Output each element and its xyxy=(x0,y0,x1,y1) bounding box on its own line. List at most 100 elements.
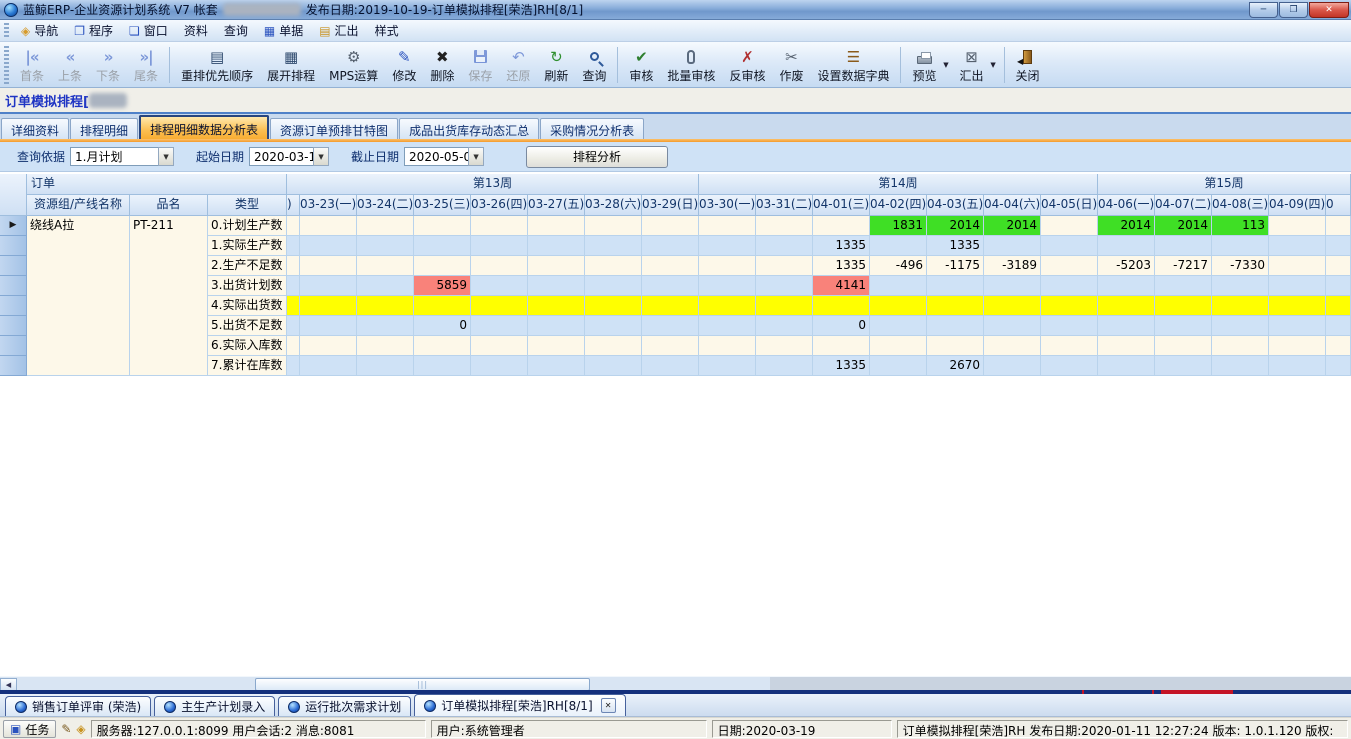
grid-cell[interactable] xyxy=(1041,236,1098,256)
reorder-priority-button[interactable]: ▤重排优先顺序 xyxy=(174,44,260,86)
grid-cell[interactable] xyxy=(287,316,300,336)
grid-cell[interactable] xyxy=(1212,316,1269,336)
chevron-down-icon[interactable]: ▼ xyxy=(988,44,999,86)
date-column-header[interactable]: 03-29(日) xyxy=(642,195,699,216)
grid-cell[interactable] xyxy=(585,296,642,316)
row-type-cell[interactable]: 3.出货计划数 xyxy=(208,276,287,296)
row-type-cell[interactable]: 7.累计在库数 xyxy=(208,356,287,376)
grid-cell[interactable]: -496 xyxy=(870,256,927,276)
grid-cell[interactable] xyxy=(1041,316,1098,336)
mdi-tab-order-simulation-schedule[interactable]: 订单模拟排程[荣浩]RH[8/1]✕ xyxy=(414,694,625,716)
grid-cell[interactable] xyxy=(357,356,414,376)
grid-cell[interactable] xyxy=(1041,356,1098,376)
grid-cell[interactable] xyxy=(287,356,300,376)
resource-group-cell[interactable]: 绕线A拉 xyxy=(27,216,130,376)
date-column-header[interactable]: 03-28(六) xyxy=(585,195,642,216)
grid-cell[interactable] xyxy=(642,216,699,236)
grid-cell[interactable] xyxy=(528,216,585,236)
grid-cell[interactable]: 2670 xyxy=(927,356,984,376)
grid-cell[interactable] xyxy=(642,316,699,336)
grid-cell[interactable] xyxy=(1098,316,1155,336)
grid-cell[interactable] xyxy=(1041,216,1098,236)
mps-run-button[interactable]: ⚙MPS运算 xyxy=(322,44,385,86)
grid-cell[interactable] xyxy=(357,296,414,316)
grid-cell[interactable] xyxy=(870,276,927,296)
mdi-tab-batch-requirement-plan[interactable]: 运行批次需求计划 xyxy=(278,696,411,716)
edit-note-icon[interactable]: ✎ xyxy=(61,720,71,736)
grid-cell[interactable]: 1335 xyxy=(813,356,870,376)
grid-cell[interactable] xyxy=(642,356,699,376)
grid-cell[interactable] xyxy=(585,316,642,336)
grid-cell[interactable]: 2014 xyxy=(1155,216,1212,236)
grid-cell[interactable] xyxy=(1155,276,1212,296)
grid-cell[interactable] xyxy=(642,296,699,316)
week-group-header[interactable]: 第13周 xyxy=(287,174,699,195)
grid-cell[interactable] xyxy=(585,276,642,296)
date-column-header[interactable]: 04-09(四) xyxy=(1269,195,1326,216)
grid-cell[interactable] xyxy=(300,276,357,296)
date-column-header[interactable]: 03-26(四) xyxy=(471,195,528,216)
grid-cell[interactable] xyxy=(699,296,756,316)
column-header[interactable]: 品名 xyxy=(130,195,208,216)
grid-cell[interactable] xyxy=(1041,256,1098,276)
grid-cell[interactable] xyxy=(1155,296,1212,316)
grid-cell[interactable] xyxy=(1212,276,1269,296)
grid-cell[interactable] xyxy=(642,236,699,256)
date-column-header[interactable]: 04-03(五) xyxy=(927,195,984,216)
grid-cell[interactable] xyxy=(471,256,528,276)
grid-cell[interactable] xyxy=(287,236,300,256)
grid-cell[interactable] xyxy=(471,356,528,376)
week-group-header[interactable]: 第14周 xyxy=(699,174,1098,195)
tab-schedule-data-analysis[interactable]: 排程明细数据分析表 xyxy=(139,115,269,139)
grid-cell[interactable] xyxy=(756,276,813,296)
chevron-down-icon[interactable]: ▼ xyxy=(468,147,484,166)
grid-cell[interactable] xyxy=(870,336,927,356)
mdi-tab-sales-order-review[interactable]: 销售订单评审 (荣浩) xyxy=(5,696,151,716)
grid-cell[interactable] xyxy=(1098,336,1155,356)
restore-button[interactable]: ❐ xyxy=(1279,2,1308,18)
grid-cell[interactable]: 0 xyxy=(813,316,870,336)
row-selector-current[interactable]: ▶ xyxy=(0,216,27,236)
date-column-header[interactable]: 04-08(三) xyxy=(1212,195,1269,216)
grid-cell[interactable] xyxy=(414,356,471,376)
preview-button[interactable]: 预览 xyxy=(905,44,943,86)
grid-cell[interactable] xyxy=(414,256,471,276)
grid-cell[interactable] xyxy=(471,296,528,316)
grid-cell[interactable] xyxy=(585,356,642,376)
grid-cell[interactable] xyxy=(1326,216,1351,236)
row-selector[interactable] xyxy=(0,356,27,376)
grid-cell[interactable] xyxy=(1269,356,1326,376)
grid-cell[interactable] xyxy=(1041,296,1098,316)
grid-cell[interactable] xyxy=(699,236,756,256)
date-column-header[interactable]: 03-24(二) xyxy=(357,195,414,216)
row-selector[interactable] xyxy=(0,316,27,336)
clipped-column-header[interactable]: 0 xyxy=(1326,195,1351,216)
grid-cell[interactable] xyxy=(870,296,927,316)
chevron-down-icon[interactable]: ▼ xyxy=(158,147,174,166)
grid-cell[interactable] xyxy=(528,276,585,296)
edit-button[interactable]: ✎修改 xyxy=(385,44,423,86)
grid-cell[interactable] xyxy=(1041,276,1098,296)
row-selector[interactable] xyxy=(0,336,27,356)
grid-cell[interactable] xyxy=(528,236,585,256)
grid-cell[interactable] xyxy=(414,296,471,316)
date-column-header[interactable]: 03-23(一) xyxy=(300,195,357,216)
grid-cell[interactable] xyxy=(756,296,813,316)
grid-cell[interactable] xyxy=(471,336,528,356)
start-date-input[interactable]: 2020-03-19 xyxy=(249,147,313,166)
grid-cell[interactable] xyxy=(357,316,414,336)
date-column-header[interactable]: 04-05(日) xyxy=(1041,195,1098,216)
grid-cell[interactable] xyxy=(1098,236,1155,256)
row-type-cell[interactable]: 5.出货不足数 xyxy=(208,316,287,336)
grid-cell[interactable] xyxy=(813,336,870,356)
grid-cell[interactable] xyxy=(813,296,870,316)
grid-cell[interactable] xyxy=(642,276,699,296)
grid-cell[interactable] xyxy=(1269,236,1326,256)
close-button[interactable]: 关闭 xyxy=(1009,44,1047,86)
grid-cell[interactable] xyxy=(1212,336,1269,356)
export-button[interactable]: ⊠汇出 xyxy=(953,44,991,86)
date-column-header[interactable]: 03-30(一) xyxy=(699,195,756,216)
audit-button[interactable]: ✔审核 xyxy=(622,44,660,86)
column-header[interactable]: 类型 xyxy=(208,195,287,216)
refresh-button[interactable]: ↻刷新 xyxy=(537,44,575,86)
